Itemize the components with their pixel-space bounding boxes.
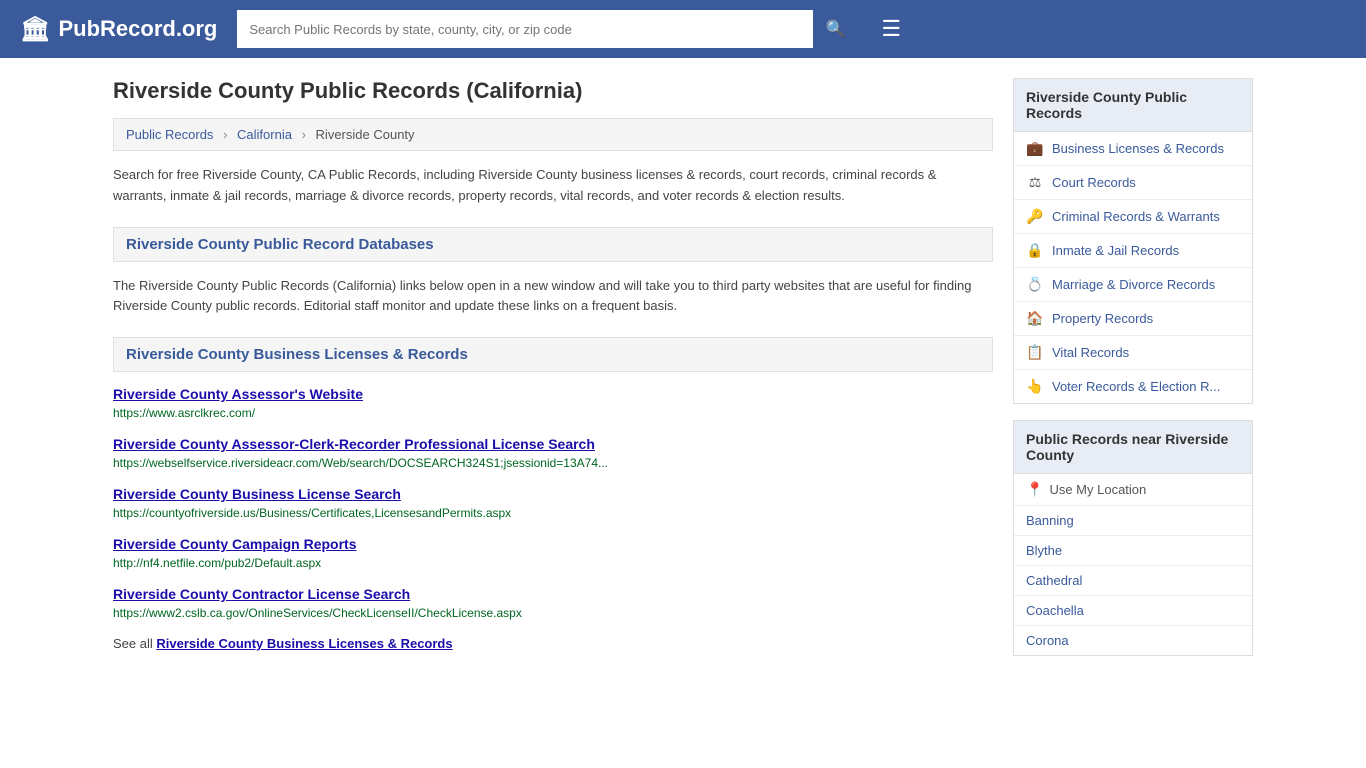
logo[interactable]: 🏛 PubRecord.org <box>20 15 217 44</box>
sidebar: Riverside County Public Records 💼 Busine… <box>1013 78 1253 672</box>
record-url-link-2[interactable]: https://countyofriverside.us/Business/Ce… <box>113 506 511 520</box>
logo-text: PubRecord.org <box>58 16 217 42</box>
sidebar-item-inmate[interactable]: 🔒 Inmate & Jail Records <box>1014 234 1252 268</box>
nearby-box: Public Records near Riverside County 📍 U… <box>1013 420 1253 656</box>
sidebar-item-label-vital: Vital Records <box>1052 345 1129 360</box>
sidebar-item-label-court: Court Records <box>1052 175 1136 190</box>
search-input[interactable] <box>237 10 813 48</box>
page-description: Search for free Riverside County, CA Pub… <box>113 165 993 207</box>
sidebar-item-label-criminal: Criminal Records & Warrants <box>1052 209 1220 224</box>
sidebar-item-voter[interactable]: 👆 Voter Records & Election R... <box>1014 370 1252 403</box>
nearby-city-banning[interactable]: Banning <box>1014 506 1252 536</box>
record-entry-2: Riverside County Business License Search… <box>113 486 993 520</box>
marriage-icon: 💍 <box>1026 276 1044 293</box>
record-title-link-1[interactable]: Riverside County Assessor-Clerk-Recorder… <box>113 436 993 452</box>
main-content: Riverside County Public Records (Califor… <box>113 78 993 672</box>
sidebar-item-vital[interactable]: 📋 Vital Records <box>1014 336 1252 370</box>
search-area: 🔍 <box>237 10 857 48</box>
sidebar-item-criminal[interactable]: 🔑 Criminal Records & Warrants <box>1014 200 1252 234</box>
record-title-link-4[interactable]: Riverside County Contractor License Sear… <box>113 586 993 602</box>
business-icon: 💼 <box>1026 140 1044 157</box>
voter-icon: 👆 <box>1026 378 1044 395</box>
business-section-heading: Riverside County Business Licenses & Rec… <box>113 337 993 372</box>
use-my-location-button[interactable]: 📍 Use My Location <box>1014 474 1252 506</box>
nearby-city-corona[interactable]: Corona <box>1014 626 1252 655</box>
site-header: 🏛 PubRecord.org 🔍 ☰ <box>0 0 1366 58</box>
record-entry-4: Riverside County Contractor License Sear… <box>113 586 993 620</box>
vital-icon: 📋 <box>1026 344 1044 361</box>
sidebar-item-label-property: Property Records <box>1052 311 1153 326</box>
search-icon: 🔍 <box>825 19 845 39</box>
content-wrapper: Riverside County Public Records (Califor… <box>93 58 1273 672</box>
sidebar-item-label-inmate: Inmate & Jail Records <box>1052 243 1179 258</box>
court-icon: ⚖ <box>1026 174 1044 191</box>
sidebar-item-label-voter: Voter Records & Election R... <box>1052 379 1220 394</box>
county-records-title: Riverside County Public Records <box>1014 79 1252 132</box>
record-url-link-4[interactable]: https://www2.cslb.ca.gov/OnlineServices/… <box>113 606 522 620</box>
inmate-icon: 🔒 <box>1026 242 1044 259</box>
hamburger-icon: ☰ <box>881 16 901 41</box>
nearby-box-title: Public Records near Riverside County <box>1014 421 1252 474</box>
sidebar-item-business[interactable]: 💼 Business Licenses & Records <box>1014 132 1252 166</box>
sidebar-item-marriage[interactable]: 💍 Marriage & Divorce Records <box>1014 268 1252 302</box>
page-title: Riverside County Public Records (Califor… <box>113 78 993 104</box>
logo-icon: 🏛 <box>20 15 50 44</box>
search-button[interactable]: 🔍 <box>813 10 857 48</box>
databases-description: The Riverside County Public Records (Cal… <box>113 276 993 318</box>
menu-button[interactable]: ☰ <box>877 16 905 42</box>
breadcrumb-link-public-records[interactable]: Public Records <box>126 127 213 142</box>
record-entry-0: Riverside County Assessor's Website http… <box>113 386 993 420</box>
sidebar-item-label-business: Business Licenses & Records <box>1052 141 1224 156</box>
record-title-link-2[interactable]: Riverside County Business License Search <box>113 486 993 502</box>
see-all-text: See all Riverside County Business Licens… <box>113 636 993 651</box>
breadcrumb-link-california[interactable]: California <box>237 127 292 142</box>
record-entry-3: Riverside County Campaign Reports http:/… <box>113 536 993 570</box>
sidebar-item-court[interactable]: ⚖ Court Records <box>1014 166 1252 200</box>
record-url-link-3[interactable]: http://nf4.netfile.com/pub2/Default.aspx <box>113 556 321 570</box>
databases-section-heading: Riverside County Public Record Databases <box>113 227 993 262</box>
nearby-city-blythe[interactable]: Blythe <box>1014 536 1252 566</box>
sidebar-item-label-marriage: Marriage & Divorce Records <box>1052 277 1215 292</box>
record-title-link-3[interactable]: Riverside County Campaign Reports <box>113 536 993 552</box>
breadcrumb-current: Riverside County <box>316 127 415 142</box>
record-url-link-1[interactable]: https://webselfservice.riversideacr.com/… <box>113 456 608 470</box>
use-my-location-label: Use My Location <box>1049 482 1146 497</box>
nearby-city-cathedral[interactable]: Cathedral <box>1014 566 1252 596</box>
criminal-icon: 🔑 <box>1026 208 1044 225</box>
record-url-link-0[interactable]: https://www.asrclkrec.com/ <box>113 406 255 420</box>
location-pin-icon: 📍 <box>1026 481 1043 498</box>
property-icon: 🏠 <box>1026 310 1044 327</box>
sidebar-item-property[interactable]: 🏠 Property Records <box>1014 302 1252 336</box>
county-records-box: Riverside County Public Records 💼 Busine… <box>1013 78 1253 404</box>
breadcrumb: Public Records › California › Riverside … <box>113 118 993 151</box>
breadcrumb-sep-1: › <box>223 127 227 142</box>
record-entry-1: Riverside County Assessor-Clerk-Recorder… <box>113 436 993 470</box>
see-all-link[interactable]: Riverside County Business Licenses & Rec… <box>156 636 452 651</box>
record-title-link-0[interactable]: Riverside County Assessor's Website <box>113 386 993 402</box>
nearby-city-coachella[interactable]: Coachella <box>1014 596 1252 626</box>
breadcrumb-sep-2: › <box>302 127 306 142</box>
